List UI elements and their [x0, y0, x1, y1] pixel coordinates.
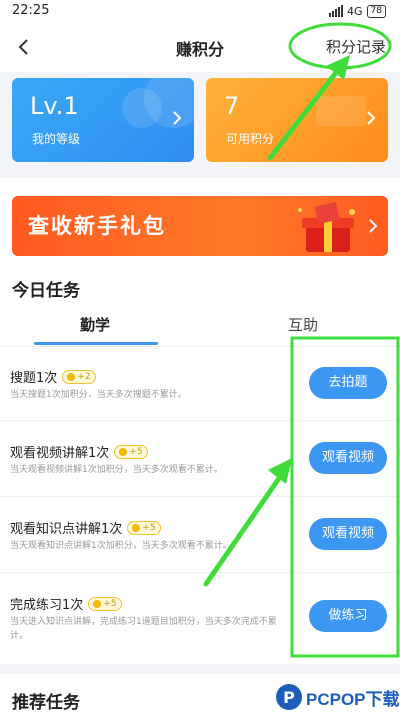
- task-row: 搜题1次 +2 当天搜题1次加积分，当天多次搜题不累计。 去拍题: [0, 347, 400, 421]
- watermark: P PCPOP下载: [276, 684, 400, 710]
- practice-button[interactable]: 做练习: [309, 600, 387, 632]
- task-row: 完成练习1次 +5 当天进入知识点讲解，完成练习1道题目加积分，当天多次完成不累…: [0, 572, 400, 664]
- watermark-text: PCPOP下载: [306, 689, 400, 709]
- today-tasks-title: 今日任务: [12, 281, 80, 301]
- decor-ticket: [316, 96, 366, 126]
- badge-value: +5: [103, 598, 117, 609]
- badge-value: +5: [142, 522, 156, 533]
- task-title-wrap: 观看视频讲解1次 +5: [10, 442, 148, 461]
- nav-bar: 赚积分 积分记录: [0, 22, 400, 72]
- battery-icon: 78: [366, 4, 386, 18]
- task-title: 搜题1次: [10, 371, 58, 386]
- task-tabs: 勤学 互助: [0, 308, 400, 347]
- task-title-wrap: 完成练习1次 +5: [10, 594, 122, 613]
- task-row: 观看知识点讲解1次 +5 当天观看知识点讲解1次加积分，当天多次观看不累计。 观…: [0, 496, 400, 573]
- gift-box-icon: [298, 202, 355, 252]
- newbie-gift-banner[interactable]: 查收新手礼包: [12, 196, 388, 256]
- task-title: 完成练习1次: [10, 598, 84, 613]
- banner-text: 查收新手礼包: [28, 214, 166, 238]
- task-desc: 当天搜题1次加积分，当天多次搜题不累计。: [10, 390, 187, 400]
- watch-video-button[interactable]: 观看视频: [309, 442, 387, 474]
- points-badge: +5: [127, 520, 161, 535]
- tab-help[interactable]: 互助: [288, 314, 318, 335]
- coin-icon: [132, 523, 141, 532]
- task-title-wrap: 搜题1次 +2: [10, 367, 96, 386]
- status-time: 22:25: [12, 3, 50, 18]
- watermark-logo-icon: P: [276, 684, 302, 710]
- badge-value: +2: [77, 371, 91, 382]
- task-title-wrap: 观看知识点讲解1次 +5: [10, 518, 161, 537]
- points-card[interactable]: 7 可用积分: [206, 78, 388, 162]
- points-badge: +5: [114, 444, 148, 459]
- level-label: 我的等级: [32, 132, 81, 146]
- chevron-right-icon: [367, 111, 376, 125]
- task-title: 观看视频讲解1次: [10, 446, 110, 461]
- recommended-tasks-title: 推荐任务: [12, 693, 80, 713]
- coin-icon: [93, 599, 102, 608]
- watch-knowledge-video-button[interactable]: 观看视频: [309, 518, 387, 550]
- level-value: Lv.1: [30, 92, 79, 120]
- points-record-link[interactable]: 积分记录: [326, 36, 386, 57]
- coin-icon: [67, 372, 76, 381]
- tab-active-indicator: [34, 342, 158, 345]
- signal-icon: [329, 5, 344, 17]
- task-title: 观看知识点讲解1次: [10, 522, 123, 537]
- badge-value: +5: [129, 446, 143, 457]
- network-type: 4G: [347, 4, 363, 18]
- points-value: 7: [224, 92, 240, 120]
- task-desc: 当天进入知识点讲解，完成练习1道题目加积分，当天多次完成不累计。: [10, 617, 277, 641]
- take-photo-button[interactable]: 去拍题: [309, 367, 387, 399]
- points-badge: +5: [88, 596, 122, 611]
- chevron-right-icon: [173, 111, 182, 125]
- chevron-right-icon: [369, 219, 378, 233]
- points-label: 可用积分: [226, 132, 275, 146]
- task-row: 观看视频讲解1次 +5 当天观看视频讲解1次加积分，当天多次观看不累计。 观看视…: [0, 420, 400, 497]
- points-badge: +2: [62, 369, 96, 384]
- level-card[interactable]: Lv.1 我的等级: [12, 78, 194, 162]
- coin-icon: [119, 447, 128, 456]
- task-desc: 当天观看视频讲解1次加积分，当天多次观看不累计。: [10, 465, 223, 475]
- section-divider: [0, 664, 400, 674]
- status-bar: 22:25 4G 78: [0, 0, 400, 22]
- status-indicators: 4G 78: [329, 3, 386, 19]
- task-desc: 当天观看知识点讲解1次加积分，当天多次观看不累计。: [10, 541, 232, 551]
- tab-study[interactable]: 勤学: [80, 314, 110, 335]
